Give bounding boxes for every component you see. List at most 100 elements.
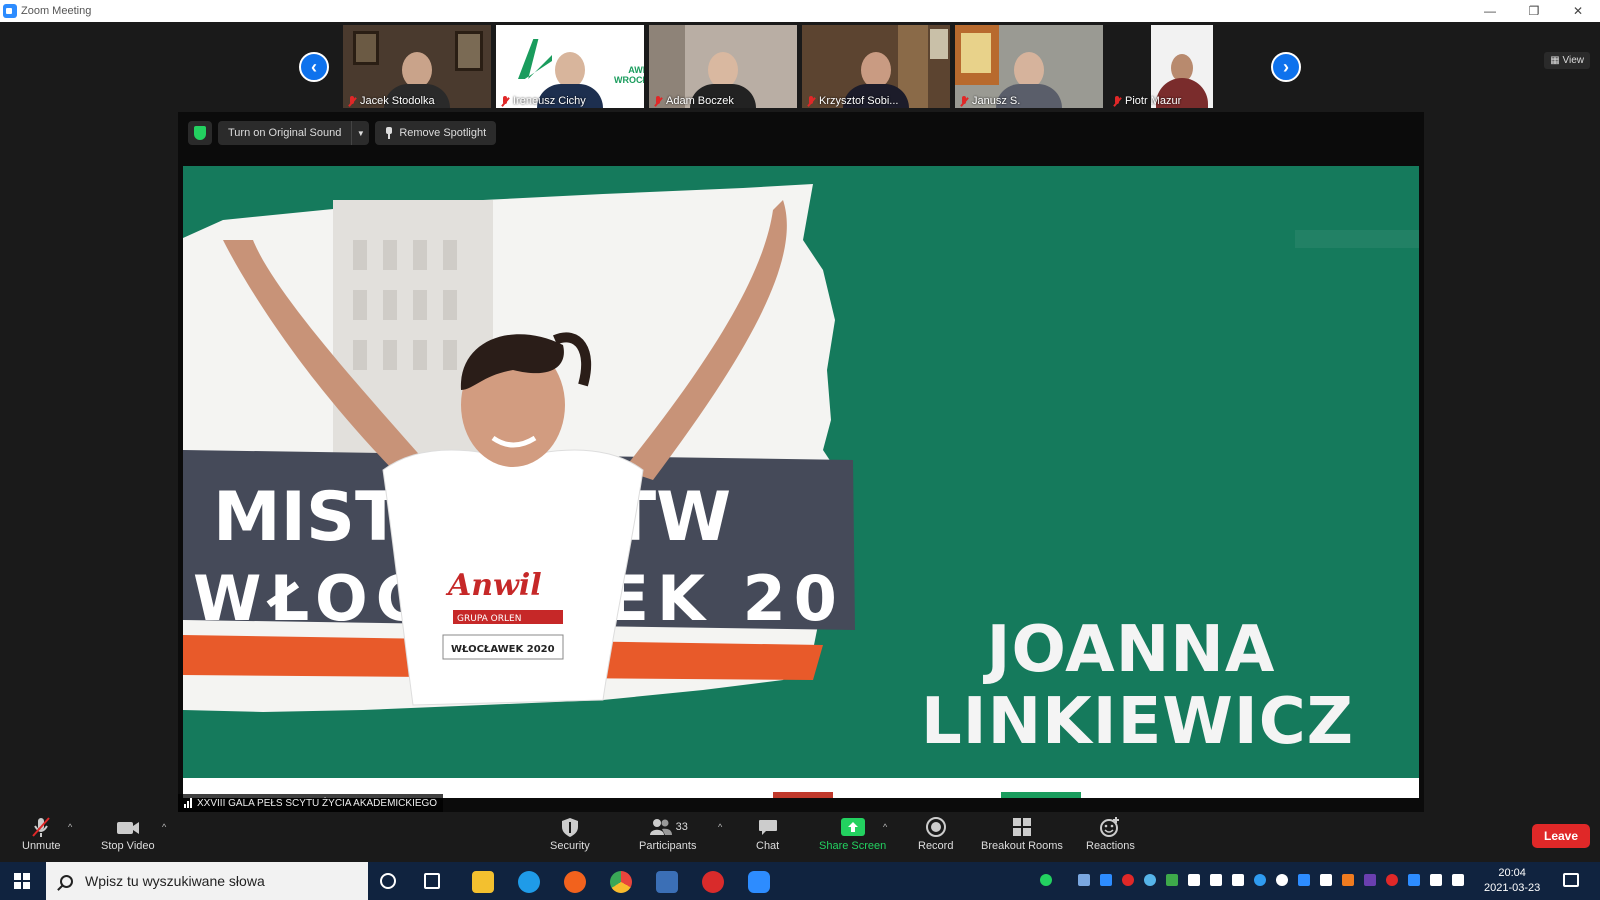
record-button[interactable]: Record — [918, 816, 953, 852]
tray-icon[interactable] — [1342, 874, 1354, 886]
tray-icon[interactable] — [1298, 874, 1310, 886]
tray-icon[interactable] — [1144, 874, 1156, 886]
video-tile[interactable]: Adam Boczek — [649, 25, 797, 108]
previous-page-button[interactable]: ‹ — [299, 52, 329, 82]
zoom-app-icon — [3, 4, 17, 18]
chrome-icon[interactable] — [610, 871, 632, 893]
tray-icon[interactable] — [1040, 874, 1052, 886]
unmute-button[interactable]: Unmute — [22, 816, 61, 852]
app-icon[interactable] — [702, 871, 724, 893]
muted-mic-icon — [500, 95, 510, 107]
participant-name: Ireneusz Cichy — [500, 95, 586, 107]
muted-mic-icon — [806, 95, 816, 107]
minimize-button[interactable]: — — [1468, 0, 1512, 22]
tray-icon[interactable] — [1100, 874, 1112, 886]
audio-options-caret[interactable]: ^ — [68, 822, 72, 832]
video-tile[interactable]: AWFWROCŁAW Ireneusz Cichy — [496, 25, 644, 108]
app-icon[interactable] — [656, 871, 678, 893]
participant-name: Jacek Stodolka — [347, 95, 435, 107]
athlete-last-name: LINKIEWICZ — [921, 685, 1355, 759]
chat-icon — [758, 820, 777, 835]
remove-spotlight-button[interactable]: Remove Spotlight — [375, 121, 497, 145]
muted-mic-icon — [1112, 95, 1122, 107]
cortana-icon[interactable] — [380, 873, 396, 889]
task-view-icon[interactable] — [424, 873, 440, 889]
smiley-plus-icon — [1100, 817, 1120, 837]
cloud-icon[interactable] — [1276, 874, 1288, 886]
participants-options-caret[interactable]: ^ — [718, 822, 722, 832]
meeting-controls: Unmute ^ Stop Video ^ Security 33 Partic… — [0, 812, 1600, 860]
view-button[interactable]: ▦ View — [1544, 52, 1590, 69]
presentation-slide: MISTRZOSTW WŁOCŁAWEK 20 Anwil GRUPA ORLE… — [183, 166, 1419, 798]
clock-time: 20:04 — [1498, 867, 1526, 879]
tray-icon[interactable] — [1320, 874, 1332, 886]
windows-taskbar: Wpisz tu wyszukiwane słowa 20:04 2021-03… — [0, 862, 1600, 900]
window-title: Zoom Meeting — [21, 5, 92, 17]
security-button[interactable]: Security — [550, 816, 590, 852]
muted-mic-icon — [347, 95, 357, 107]
tray-icon[interactable] — [1122, 874, 1134, 886]
zoom-taskbar-icon[interactable] — [748, 871, 770, 893]
search-icon — [60, 874, 73, 888]
tray-icon[interactable] — [1166, 874, 1178, 886]
firefox-icon[interactable] — [564, 871, 586, 893]
restore-button[interactable]: ❐ — [1512, 0, 1556, 22]
tray-icon[interactable] — [1188, 874, 1200, 886]
tray-icon[interactable] — [1210, 874, 1222, 886]
microphone-muted-icon — [32, 817, 51, 837]
participants-count: 33 — [675, 821, 688, 833]
reactions-button[interactable]: Reactions — [1086, 816, 1135, 852]
next-page-button[interactable]: › — [1271, 52, 1301, 82]
tray-icon[interactable] — [1364, 874, 1376, 886]
network-icon[interactable] — [1430, 874, 1442, 886]
leave-meeting-button[interactable]: Leave — [1532, 824, 1590, 848]
athlete-photo: MISTRZOSTW WŁOCŁAWEK 20 Anwil GRUPA ORLE… — [183, 180, 873, 720]
breakout-rooms-button[interactable]: Breakout Rooms — [981, 816, 1063, 852]
window-controls: — ❐ ✕ — [1468, 0, 1600, 22]
video-tile[interactable]: Piotr Mazur — [1108, 25, 1256, 108]
participants-button[interactable]: 33 Participants — [639, 816, 696, 852]
ghost-overlay — [1295, 230, 1419, 248]
notifications-icon[interactable] — [1563, 873, 1579, 887]
participant-name: Krzysztof Sobi... — [806, 95, 898, 107]
shield-icon — [194, 126, 206, 140]
windows-start-icon[interactable] — [14, 873, 30, 889]
tray-icon[interactable] — [1386, 874, 1398, 886]
video-tile[interactable]: Janusz S. — [955, 25, 1103, 108]
bluetooth-icon[interactable] — [1408, 874, 1420, 886]
stop-video-button[interactable]: Stop Video — [101, 816, 155, 852]
taskbar-search-input[interactable]: Wpisz tu wyszukiwane słowa — [46, 862, 368, 900]
pin-icon — [385, 127, 393, 139]
onedrive-icon[interactable] — [1254, 874, 1266, 886]
participants-icon — [649, 819, 672, 835]
tray-icon[interactable] — [1078, 874, 1090, 886]
video-options-caret[interactable]: ^ — [162, 822, 166, 832]
edge-icon[interactable] — [518, 871, 540, 893]
shield-icon — [561, 818, 578, 837]
video-camera-icon — [116, 822, 139, 834]
share-screen-button[interactable]: Share Screen — [819, 816, 886, 852]
spotlight-video: Turn on Original Sound ▼ Remove Spotligh… — [178, 112, 1424, 812]
original-sound-button[interactable]: Turn on Original Sound ▼ — [218, 121, 370, 145]
breakout-rooms-icon — [1012, 818, 1031, 836]
chat-button[interactable]: Chat — [756, 816, 779, 852]
system-clock[interactable]: 20:04 2021-03-23 — [1484, 866, 1540, 896]
active-speaker-label: XXVIII GALA PEŁS SCYTU ŻYCIA AKADEMICKIE… — [178, 794, 444, 812]
svg-text:Anwil: Anwil — [445, 568, 542, 603]
volume-icon[interactable] — [1452, 874, 1464, 886]
tray-icon[interactable] — [1232, 874, 1244, 886]
encryption-badge[interactable] — [188, 121, 212, 145]
chevron-down-icon[interactable]: ▼ — [351, 121, 369, 145]
file-explorer-icon[interactable] — [472, 871, 494, 893]
share-options-caret[interactable]: ^ — [883, 822, 887, 832]
athlete-first-name: JOANNA — [986, 613, 1276, 687]
video-tile[interactable]: Krzysztof Sobi... — [802, 25, 950, 108]
svg-text:WŁOCŁAWEK 2020: WŁOCŁAWEK 2020 — [451, 644, 555, 655]
record-icon — [925, 817, 946, 837]
muted-mic-icon — [959, 95, 969, 107]
awf-logo-text: AWFWROCŁAW — [614, 65, 644, 85]
video-tile[interactable]: Jacek Stodolka — [343, 25, 491, 108]
close-button[interactable]: ✕ — [1556, 0, 1600, 22]
signal-bars-icon — [184, 798, 192, 808]
participant-name: Janusz S. — [959, 95, 1020, 107]
